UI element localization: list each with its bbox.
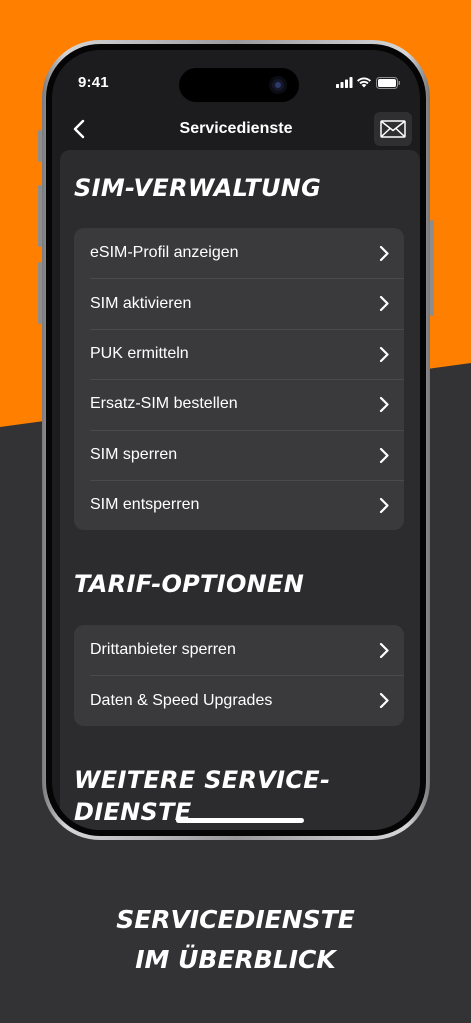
list-item-label: Ersatz-SIM bestellen [90, 395, 238, 413]
chevron-right-icon [379, 346, 389, 362]
list-item-esim-profil[interactable]: eSIM-Profil anzeigen [74, 228, 404, 278]
dynamic-island [179, 68, 299, 102]
chevron-right-icon [379, 245, 389, 262]
home-indicator[interactable] [176, 818, 304, 823]
list-item-label: SIM entsperren [90, 496, 200, 514]
volume-up-button [38, 185, 42, 247]
list-item-ersatz-sim[interactable]: Ersatz-SIM bestellen [74, 379, 404, 429]
chevron-right-icon [379, 497, 389, 514]
mail-button[interactable] [374, 112, 412, 146]
chevron-right-icon [379, 447, 389, 463]
list-item-label: eSIM-Profil anzeigen [90, 244, 239, 262]
list-item-sim-entsperren[interactable]: SIM entsperren [74, 479, 404, 530]
phone-bezel: 9:41 Servicedienste SIM-VERWALTUNG eSIM-… [46, 44, 426, 836]
side-button [430, 220, 434, 316]
list-item-sim-aktivieren[interactable]: SIM aktivieren [74, 278, 404, 328]
list-item-drittanbieter-sperren[interactable]: Drittanbieter sperren [74, 625, 404, 675]
signal-icon [336, 77, 353, 88]
list-item-label: Drittanbieter sperren [90, 641, 236, 659]
list-item-puk-ermitteln[interactable]: PUK ermitteln [74, 328, 404, 379]
caption-line-2: IM ÜBERBLICK [135, 945, 336, 974]
promo-caption: SERVICEDIENSTE IM ÜBERBLICK [0, 900, 471, 980]
services-content[interactable]: SIM-VERWALTUNG eSIM-Profil anzeigen SIM … [60, 150, 420, 830]
list-item-label: Daten & Speed Upgrades [90, 691, 273, 709]
chevron-right-icon [379, 642, 389, 659]
phone-frame: 9:41 Servicedienste SIM-VERWALTUNG eSIM-… [38, 40, 434, 840]
list-item-label: PUK ermitteln [90, 344, 189, 362]
caption-line-1: SERVICEDIENSTE [116, 905, 355, 934]
page-title: Servicedienste [179, 120, 293, 137]
section-title-tarif-optionen: TARIF-OPTIONEN [74, 570, 305, 598]
sim-verwaltung-list: eSIM-Profil anzeigen SIM aktivieren PUK … [74, 228, 404, 531]
phone-screen: 9:41 Servicedienste SIM-VERWALTUNG eSIM-… [52, 50, 420, 830]
volume-down-button [38, 262, 42, 324]
list-item-label: SIM aktivieren [90, 294, 192, 312]
navigation-bar: Servicedienste [52, 108, 420, 150]
wifi-icon [357, 77, 371, 88]
chevron-right-icon [379, 693, 389, 709]
tarif-optionen-list: Drittanbieter sperren Daten & Speed Upgr… [74, 625, 404, 726]
status-time: 9:41 [78, 74, 109, 91]
list-item-sim-sperren[interactable]: SIM sperren [74, 429, 404, 480]
list-item-label: SIM sperren [90, 445, 178, 463]
section-title-sim-verwaltung: SIM-VERWALTUNG [74, 174, 322, 202]
status-bar: 9:41 [52, 50, 420, 110]
list-item-daten-speed-upgrades[interactable]: Daten & Speed Upgrades [74, 675, 404, 725]
chevron-right-icon [379, 397, 389, 413]
camera-icon [269, 76, 287, 94]
action-button [38, 130, 42, 162]
battery-icon [376, 77, 400, 89]
envelope-icon [380, 120, 406, 138]
chevron-right-icon [379, 296, 389, 312]
